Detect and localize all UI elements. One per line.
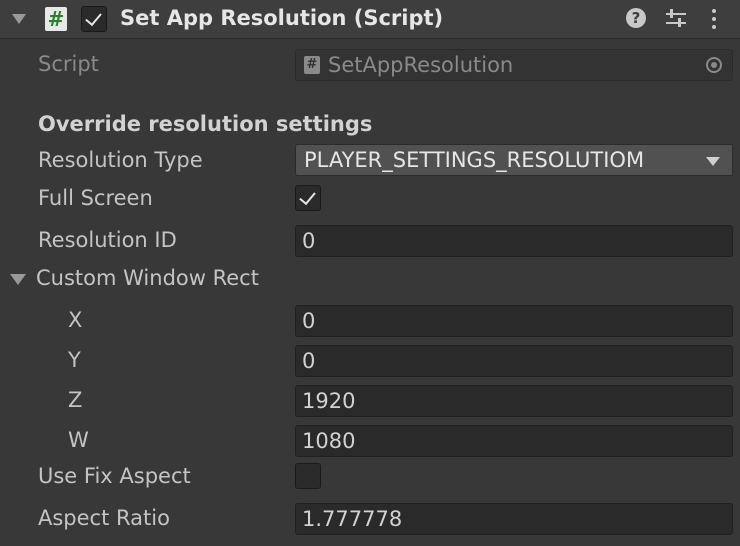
resolution-type-value: PLAYER_SETTINGS_RESOLUTIOM xyxy=(304,148,645,172)
x-field[interactable]: 0 xyxy=(295,305,733,337)
object-picker-icon[interactable] xyxy=(706,57,722,73)
chevron-down-icon xyxy=(706,157,720,166)
component-title: Set App Resolution (Script) xyxy=(120,6,444,30)
script-asset-icon: # xyxy=(304,56,320,74)
x-value: 0 xyxy=(302,309,316,333)
w-field[interactable]: 1080 xyxy=(295,425,733,457)
aspect-ratio-field[interactable]: 1.777778 xyxy=(295,503,733,535)
full-screen-label: Full Screen xyxy=(38,186,153,210)
aspect-ratio-value: 1.777778 xyxy=(302,507,403,531)
script-field[interactable]: # SetAppResolution xyxy=(295,49,733,81)
component-enabled-checkbox[interactable] xyxy=(81,6,107,32)
checkmark-icon xyxy=(85,8,102,27)
use-fix-aspect-label: Use Fix Aspect xyxy=(38,464,191,488)
w-label: W xyxy=(68,428,89,452)
fold-arrow-icon[interactable] xyxy=(12,14,26,24)
resolution-id-label: Resolution ID xyxy=(38,228,177,252)
preset-settings-icon[interactable] xyxy=(664,8,688,30)
aspect-ratio-label: Aspect Ratio xyxy=(38,506,170,530)
resolution-id-field[interactable]: 0 xyxy=(295,225,733,257)
z-field[interactable]: 1920 xyxy=(295,385,733,417)
resolution-type-dropdown[interactable]: PLAYER_SETTINGS_RESOLUTIOM xyxy=(295,144,733,176)
resolution-type-label: Resolution Type xyxy=(38,148,203,172)
component-header: # Set App Resolution (Script) ? xyxy=(0,0,740,39)
y-label: Y xyxy=(68,348,81,372)
script-icon: # xyxy=(45,7,67,31)
x-label: X xyxy=(68,308,83,332)
kebab-menu-icon[interactable] xyxy=(712,9,716,29)
z-label: Z xyxy=(68,388,83,412)
z-value: 1920 xyxy=(302,389,356,413)
checkmark-icon xyxy=(299,187,316,206)
section-title: Override resolution settings xyxy=(38,112,373,136)
y-value: 0 xyxy=(302,349,316,373)
custom-window-rect-fold-icon[interactable] xyxy=(10,274,26,285)
help-icon[interactable]: ? xyxy=(626,8,646,28)
use-fix-aspect-checkbox[interactable] xyxy=(295,463,321,489)
script-label: Script xyxy=(38,52,99,76)
full-screen-checkbox[interactable] xyxy=(295,185,321,211)
w-value: 1080 xyxy=(302,429,356,453)
resolution-id-value: 0 xyxy=(302,229,316,253)
custom-window-rect-label[interactable]: Custom Window Rect xyxy=(36,266,259,290)
y-field[interactable]: 0 xyxy=(295,345,733,377)
script-field-value: SetAppResolution xyxy=(328,53,514,77)
